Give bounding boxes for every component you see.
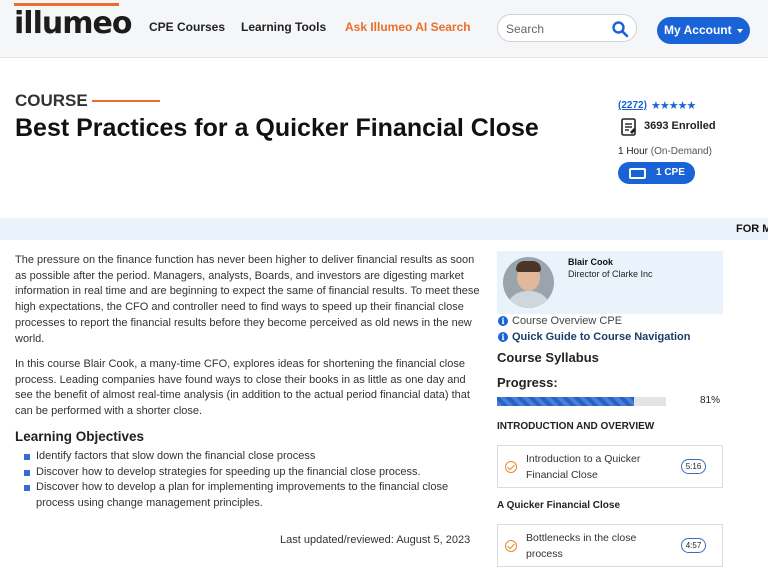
enrolled-icon: [621, 118, 636, 136]
learning-objectives-list: Identify factors that slow down the fina…: [22, 449, 482, 512]
lesson-title: Introduction to a Quicker Financial Clos…: [526, 453, 641, 481]
objective-text: Discover how to develop a plan for imple…: [36, 481, 449, 510]
quick-guide-link[interactable]: Quick Guide to Course Navigation: [512, 331, 690, 343]
learning-objectives-heading: Learning Objectives: [15, 429, 145, 444]
site-header: illumeo CPE Courses Learning Tools Ask I…: [0, 0, 768, 58]
check-circle-icon: [505, 540, 517, 552]
bullet-icon: [24, 469, 30, 476]
instructor-name: Blair Cook: [568, 257, 614, 267]
search-input[interactable]: [506, 20, 606, 38]
course-overview-link[interactable]: Course Overview CPE: [512, 315, 622, 327]
band-text: FOR M: [736, 223, 768, 235]
list-item: Discover how to develop strategies for s…: [22, 465, 482, 481]
lesson-item[interactable]: Bottlenecks in the close process 4:57: [497, 524, 723, 567]
instructor-role: Director of Clarke Inc: [568, 269, 653, 279]
list-item: Discover how to develop a plan for imple…: [22, 480, 482, 511]
lesson-item[interactable]: Introduction to a Quicker Financial Clos…: [497, 445, 723, 488]
duration-value: 1 Hour: [618, 146, 649, 157]
objective-text: Identify factors that slow down the fina…: [36, 450, 316, 462]
lesson-title: Bottlenecks in the close process: [526, 532, 637, 560]
course-type-label: COURSE: [15, 91, 88, 110]
info-icon: i: [498, 332, 508, 342]
lesson-duration: 4:57: [681, 538, 706, 553]
nav-learning-tools[interactable]: Learning Tools: [241, 20, 326, 34]
bullet-icon: [24, 454, 30, 460]
illumeo-logo[interactable]: illumeo: [14, 6, 132, 41]
cpe-credit-button[interactable]: 1 CPE: [618, 162, 695, 184]
star-rating: ★★★★★: [651, 99, 697, 112]
bullet-icon: [24, 485, 30, 492]
progress-label: Progress:: [497, 375, 558, 390]
course-title: Best Practices for a Quicker Financial C…: [15, 114, 539, 142]
nav-ask-ai-search[interactable]: Ask Illumeo AI Search: [345, 20, 471, 34]
monitor-icon: [629, 168, 646, 179]
star-icon: ★: [668, 100, 679, 112]
check-circle-icon: [505, 461, 517, 473]
cpe-credit-label: 1 CPE: [656, 167, 685, 178]
description-paragraph-2: In this course Blair Cook, a many-time C…: [15, 358, 470, 418]
objective-text: Discover how to develop strategies for s…: [36, 465, 421, 478]
search-box: [497, 14, 637, 42]
nav-cpe-courses[interactable]: CPE Courses: [149, 20, 225, 34]
star-icon: ★: [677, 100, 688, 112]
description-paragraph-1: The pressure on the finance function has…: [15, 254, 480, 345]
rating-count-link[interactable]: (2272): [618, 100, 647, 111]
instructor-card[interactable]: Blair Cook Director of Clarke Inc: [497, 251, 723, 314]
enrolled-count: 3693 Enrolled: [644, 120, 716, 132]
star-icon: ★: [659, 100, 670, 112]
info-band: FOR M: [0, 218, 768, 240]
course-duration: 1 Hour (On-Demand): [618, 146, 712, 157]
progress-bar-fill: [497, 397, 634, 406]
avatar: [503, 257, 554, 308]
search-icon[interactable]: [611, 20, 629, 38]
duration-mode: (On-Demand): [650, 146, 712, 157]
progress-percent: 81%: [700, 395, 721, 406]
my-account-label: My Account: [664, 23, 732, 37]
info-icon: i: [498, 316, 508, 326]
list-item: Identify factors that slow down the fina…: [22, 449, 482, 465]
chevron-down-icon: [736, 28, 743, 33]
my-account-button[interactable]: My Account: [657, 17, 750, 44]
syllabus-heading: Course Syllabus: [497, 350, 599, 365]
course-label-underline: [92, 100, 160, 102]
lesson-duration: 5:16: [681, 459, 706, 474]
star-half-icon: ★: [686, 100, 697, 112]
star-icon: ★: [651, 100, 661, 112]
progress-bar: [497, 397, 666, 406]
syllabus-section-title: A Quicker Financial Close: [497, 500, 621, 511]
syllabus-section-title: INTRODUCTION AND OVERVIEW: [497, 421, 655, 432]
last-updated-text: Last updated/reviewed: August 5, 2023: [280, 534, 471, 546]
